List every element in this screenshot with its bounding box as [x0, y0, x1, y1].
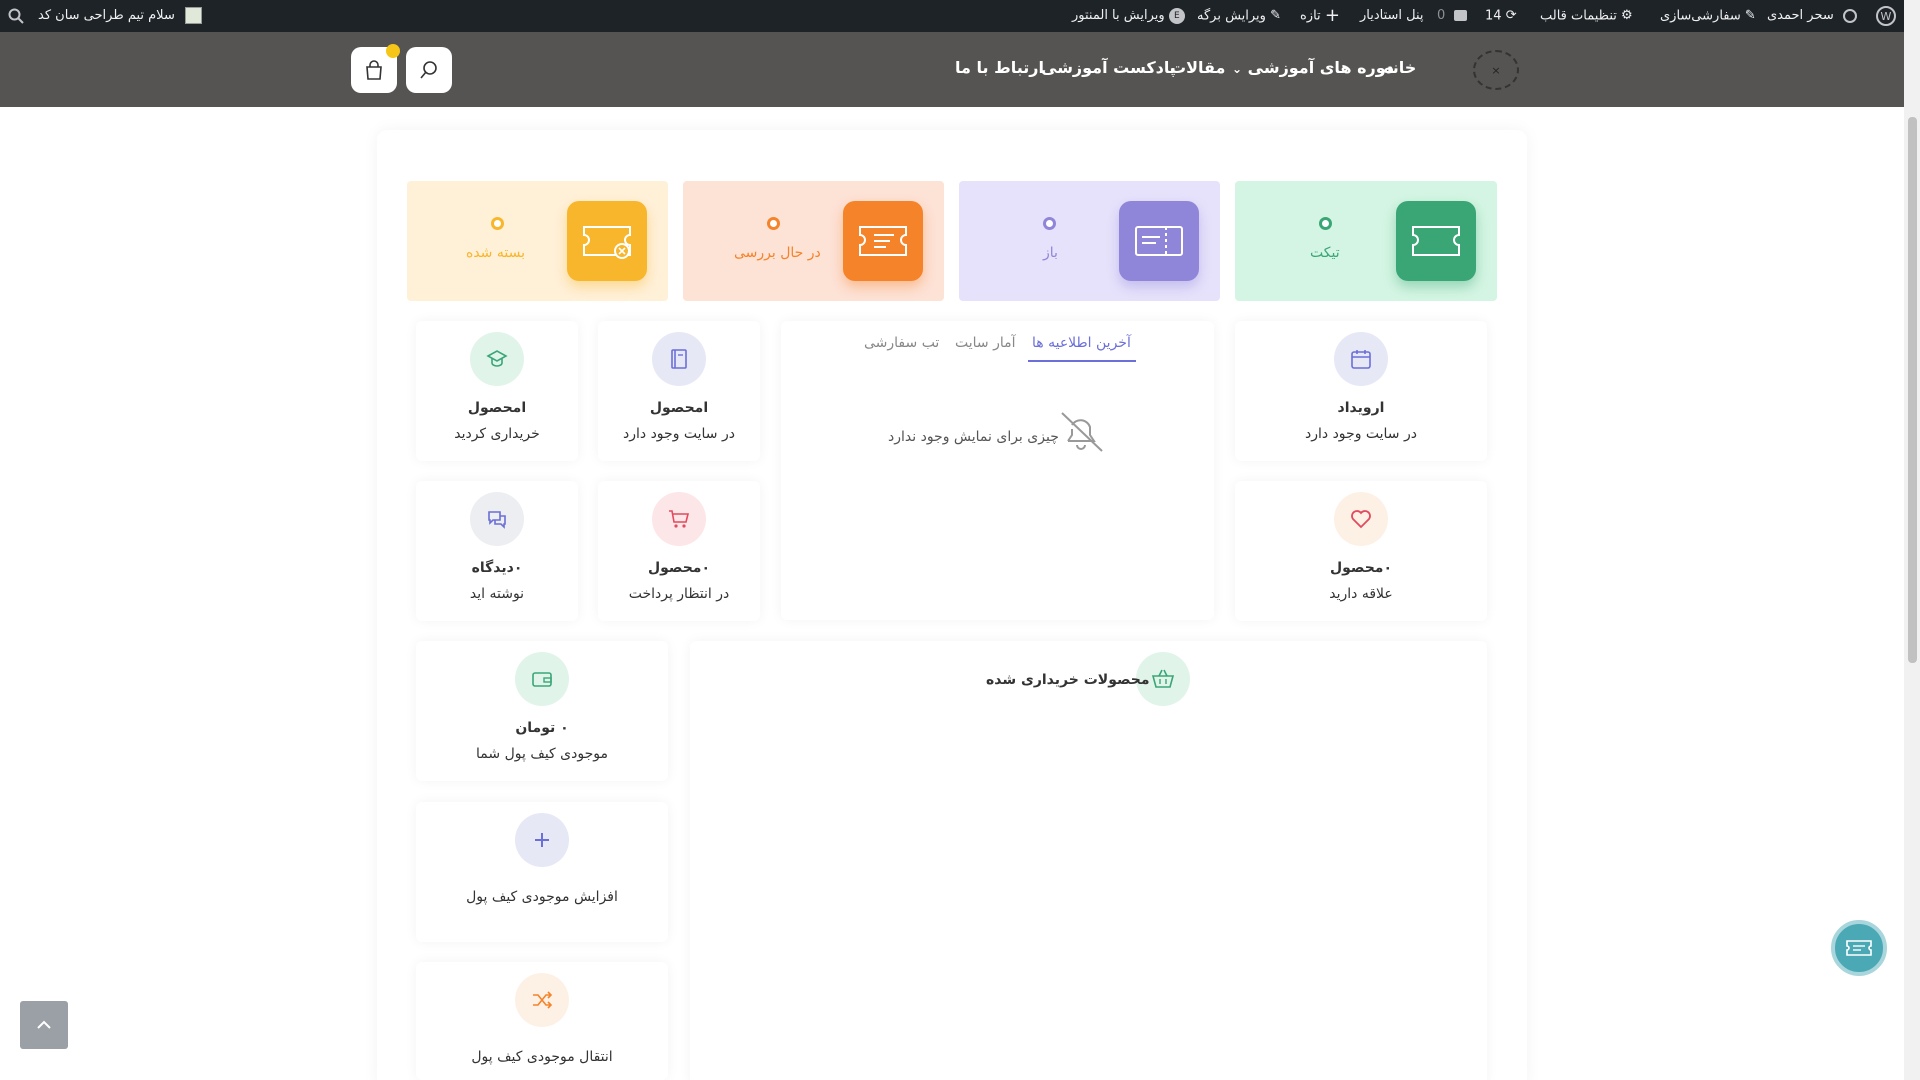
admin-bar: W سحر احمدی ✎ سفارشی‌سازی ⚙ تنظیمات قالب… [0, 0, 1920, 32]
notifications-tabs: آخرین اطلاعیه ها آمار سایت تب سفارشی چیز… [781, 321, 1214, 620]
wallet-increase-card[interactable]: افزایش موجودی کیف پول [416, 802, 668, 942]
nav-courses[interactable]: دوره های آموزشی ⌄ [1232, 32, 1394, 107]
stat-label: باز [1043, 245, 1058, 261]
pencil-icon: ✎ [1270, 8, 1282, 23]
events-card[interactable]: ارویداد در سایت وجود دارد [1235, 321, 1487, 461]
search-icon[interactable] [8, 0, 24, 32]
graduation-icon [470, 332, 524, 386]
support-ticket-button[interactable] [1831, 920, 1887, 976]
theme-settings-link[interactable]: ⚙ تنظیمات قالب [1540, 0, 1633, 32]
refresh-icon: ⟳ [1505, 8, 1517, 23]
scrollbar-thumb[interactable] [1908, 117, 1917, 663]
svg-text:W: W [1881, 10, 1892, 23]
tab-custom[interactable]: تب سفارشی [864, 335, 939, 351]
comments-link[interactable]: 0 [1437, 0, 1468, 32]
cart-icon [652, 492, 706, 546]
plus-icon: + [1324, 5, 1340, 26]
comment-icon [1454, 10, 1468, 21]
book-icon [652, 332, 706, 386]
cart-badge [386, 44, 400, 58]
purchased-products-card: محصولات خریداری شده [690, 641, 1487, 1080]
updates-link[interactable]: ⟳ 14 [1485, 0, 1517, 32]
panel-link[interactable]: پنل استادیار [1360, 0, 1424, 32]
empty-message: چیزی برای نمایش وجود ندارد [888, 429, 1059, 445]
wallet-balance-card[interactable]: ۰ تومان موجودی کیف پول شما [416, 641, 668, 781]
search-button[interactable] [406, 47, 452, 93]
status-dot [767, 217, 780, 230]
search-icon [420, 61, 437, 79]
status-dot [491, 217, 504, 230]
stat-open[interactable]: باز [959, 181, 1220, 301]
stat-reviewing[interactable]: در حال بررسی [683, 181, 944, 301]
site-logo[interactable]: × [1473, 50, 1519, 90]
tab-latest-announcements[interactable]: آخرین اطلاعیه ها [1032, 335, 1131, 351]
greeting-link[interactable]: سلام تیم طراحی سان کد [38, 0, 202, 32]
new-link[interactable]: + تازه [1300, 0, 1340, 32]
stat-tickets[interactable]: تیکت [1235, 181, 1497, 301]
stat-label: تیکت [1310, 245, 1340, 261]
comments-card[interactable]: ۰دیدگاه نوشته اید [416, 481, 578, 621]
scroll-top-button[interactable] [20, 1001, 68, 1049]
stat-closed[interactable]: بسته شده [407, 181, 668, 301]
shuffle-icon [515, 973, 569, 1027]
cart-icon [366, 60, 382, 80]
products-bought-card[interactable]: امحصول خریداری کردید [416, 321, 578, 461]
wordpress-logo-icon[interactable]: W [1875, 0, 1897, 32]
chevron-up-icon [37, 1020, 51, 1029]
tab-site-stats[interactable]: آمار سایت [955, 335, 1016, 351]
site-header: خانه دوره های آموزشی ⌄ مقالات پادکست آمو… [0, 32, 1904, 107]
status-dot [1043, 217, 1056, 230]
admin-user[interactable]: سحر احمدی [1767, 0, 1857, 32]
active-tab-indicator [1028, 360, 1136, 362]
edit-page-link[interactable]: ✎ ویرایش برگه [1197, 0, 1281, 32]
gear-icon: ⚙ [1621, 8, 1633, 23]
elementor-icon: E [1168, 7, 1185, 24]
ticket-icon [1846, 940, 1872, 956]
nav-podcast[interactable]: پادکست آموزشی [1041, 32, 1176, 107]
chevron-down-icon: ⌄ [1232, 62, 1243, 76]
customize-link[interactable]: ✎ سفارشی‌سازی [1660, 0, 1756, 32]
pending-card[interactable]: ۰محصول در انتظار پرداخت [598, 481, 760, 621]
plus-icon [515, 813, 569, 867]
stat-label: بسته شده [466, 245, 525, 261]
favorites-card[interactable]: ۰محصول علاقه دارید [1235, 481, 1487, 621]
stat-label: در حال بررسی [734, 245, 821, 261]
purchased-title: محصولات خریداری شده [986, 672, 1150, 688]
brush-icon: ✎ [1744, 8, 1756, 23]
ticket-review-icon [843, 201, 923, 281]
cart-button[interactable] [351, 44, 400, 93]
elementor-link[interactable]: E ویرایش با المنتور [1072, 0, 1185, 32]
dashboard-icon [1842, 8, 1857, 23]
wallet-transfer-card[interactable]: انتقال موجودی کیف پول [416, 962, 668, 1080]
chat-icon [470, 492, 524, 546]
calendar-icon [1334, 332, 1388, 386]
ticket-closed-icon [567, 201, 647, 281]
ticket-open-icon [1119, 201, 1199, 281]
heart-icon [1334, 492, 1388, 546]
user-avatar [184, 7, 202, 24]
nav-articles[interactable]: مقالات [1170, 32, 1225, 107]
products-exist-card[interactable]: امحصول در سایت وجود دارد [598, 321, 760, 461]
bell-off-icon [1061, 412, 1103, 452]
nav-contact[interactable]: ارتباط با ما [955, 32, 1044, 107]
status-dot [1319, 217, 1332, 230]
ticket-icon [1396, 201, 1476, 281]
page-scrollbar[interactable] [1904, 0, 1920, 1080]
wallet-icon [515, 652, 569, 706]
